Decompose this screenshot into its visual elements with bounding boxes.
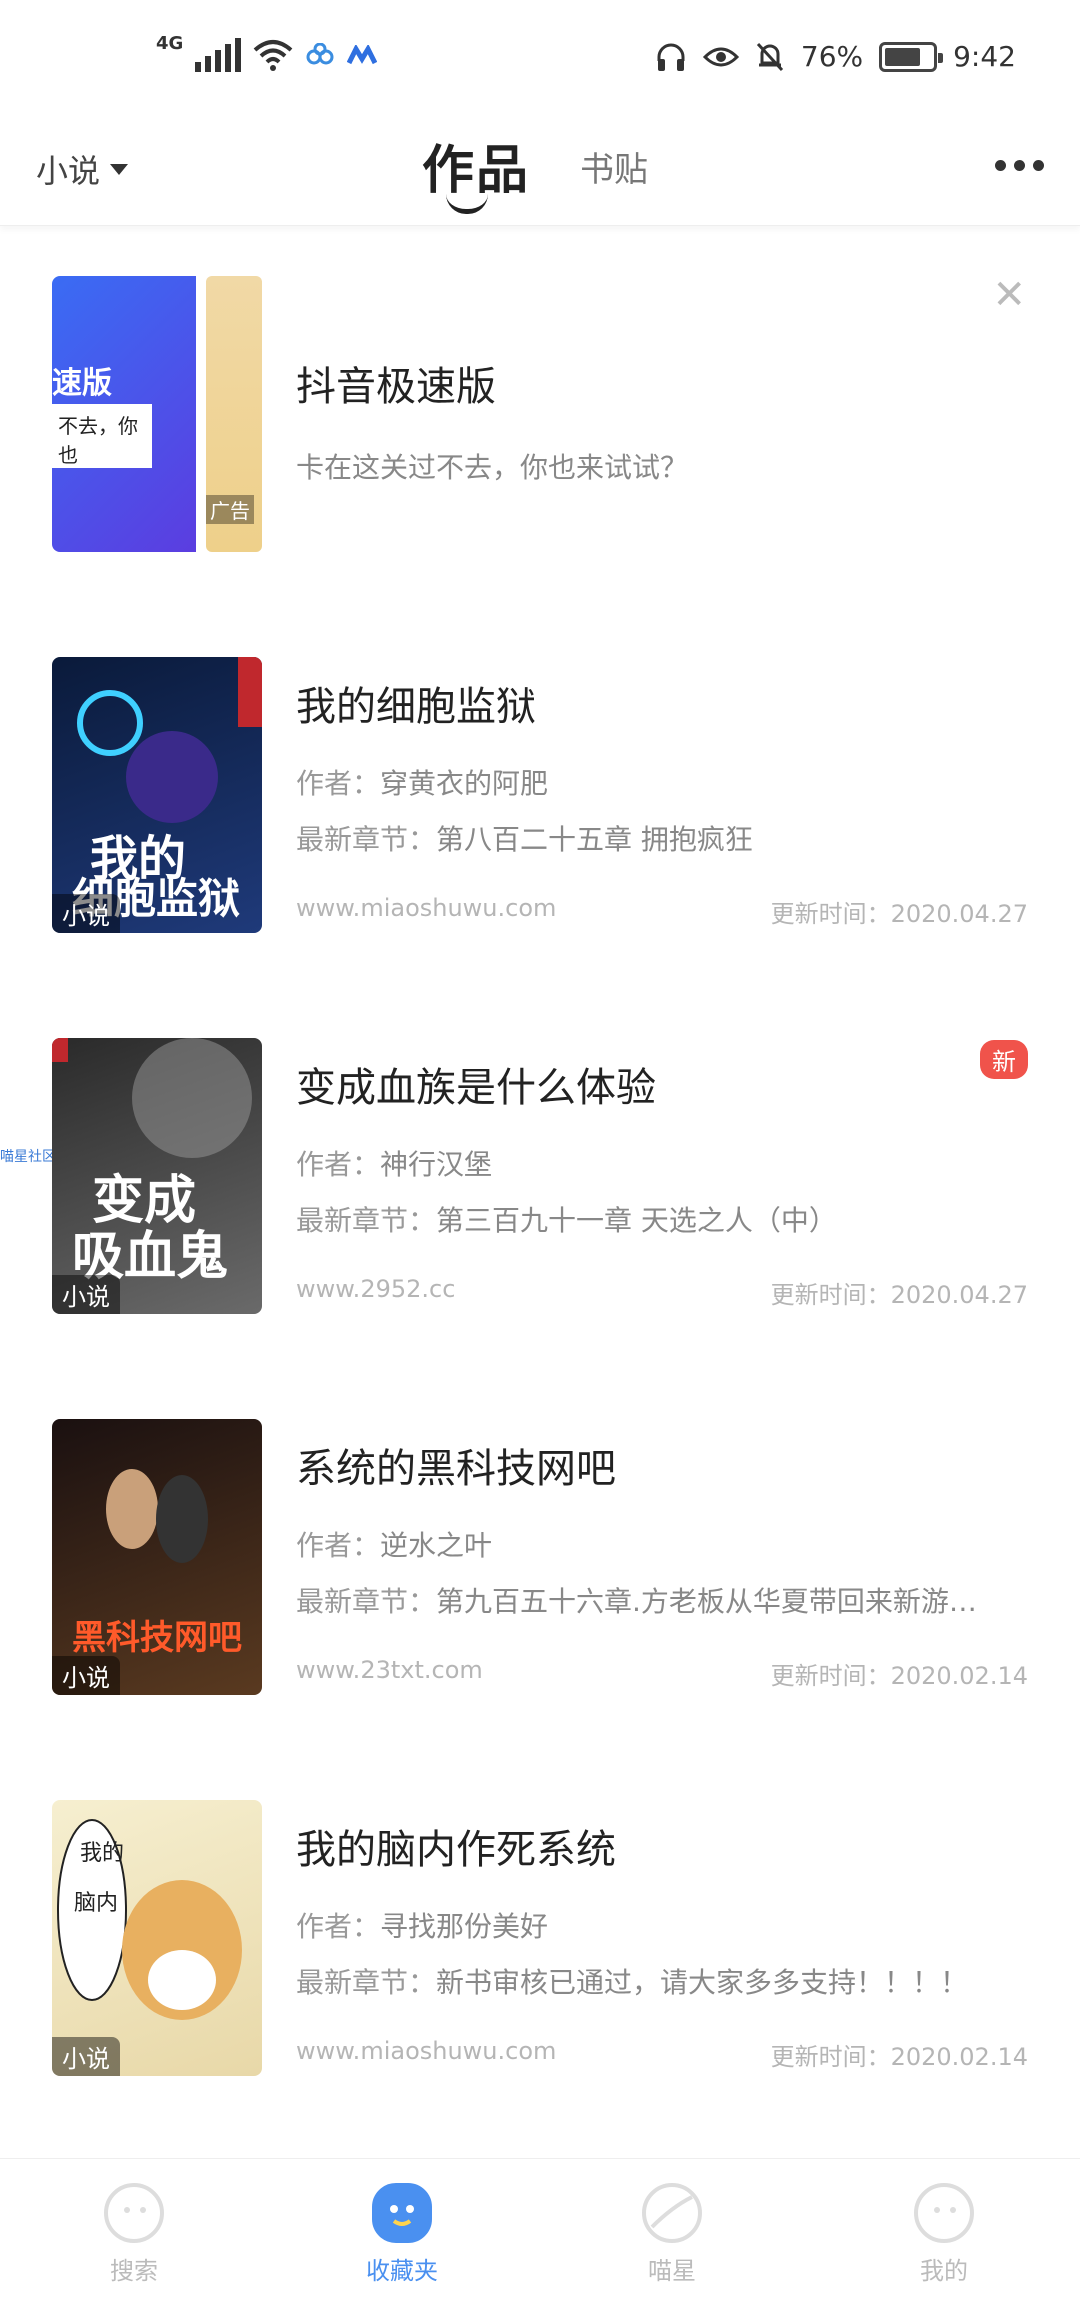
svg-text:黑科技网吧: 黑科技网吧 xyxy=(72,1618,242,1658)
status-left: 4G xyxy=(156,33,378,72)
book-update: 更新时间：2020.04.27 xyxy=(770,1281,1028,1309)
eye-icon xyxy=(702,47,739,66)
tab-label: 我的 xyxy=(920,2257,968,2285)
top-nav: 小说 作品 书贴 xyxy=(0,120,1080,226)
tab-posts[interactable]: 书贴 xyxy=(580,142,648,191)
book-author: 作者：穿黄衣的阿肥 xyxy=(296,767,549,800)
cover-tag: 小说 xyxy=(52,894,120,933)
book-author: 作者：逆水之叶 xyxy=(296,1529,493,1562)
wifi-icon xyxy=(253,40,293,71)
status-right: 76% 9:42 xyxy=(655,40,1016,73)
new-badge: 新 xyxy=(980,1040,1028,1079)
ad-cover-text: 速版 xyxy=(52,366,112,401)
book-update: 更新时间：2020.04.27 xyxy=(770,900,1028,928)
tab-label: 喵星 xyxy=(648,2257,696,2285)
cover-tag: 小说 xyxy=(52,2037,120,2076)
cover-tag: 小说 xyxy=(52,1656,120,1695)
book-cover: 我的 细胞监狱 小说 xyxy=(52,657,262,933)
book-latest-chapter: 最新章节：第九百五十六章.方老板从华夏带回来新游戏… xyxy=(296,1585,996,1618)
ad-subtitle: 卡在这关过不去，你也来试试？ xyxy=(296,451,689,484)
mute-bell-icon xyxy=(756,42,783,71)
svg-text:脑内: 脑内 xyxy=(74,1891,118,1916)
book-source: www.23txt.com xyxy=(296,1656,483,1684)
tab-label: 搜索 xyxy=(110,2257,158,2285)
headphones-icon xyxy=(657,43,685,71)
side-community-tab[interactable]: 喵星社区 xyxy=(0,1146,56,1166)
book-author: 作者：神行汉堡 xyxy=(296,1148,493,1181)
book-title: 我的细胞监狱 xyxy=(296,684,536,730)
more-icon[interactable] xyxy=(995,160,1044,171)
book-title: 变成血族是什么体验 xyxy=(296,1065,656,1111)
clock: 9:42 xyxy=(953,40,1016,73)
book-cover: 黑科技网吧 小说 xyxy=(52,1419,262,1695)
tab-search[interactable]: 搜索 xyxy=(34,2159,234,2286)
svg-text:变成: 变成 xyxy=(92,1170,196,1231)
app-notify-icon xyxy=(306,43,334,65)
ad-cover-image: 速版 不去，你也 xyxy=(52,276,196,552)
tab-profile[interactable]: 我的 xyxy=(844,2159,1044,2286)
cover-tag: 小说 xyxy=(52,1275,120,1314)
tab-label: 收藏夹 xyxy=(366,2257,438,2285)
book-title: 我的脑内作死系统 xyxy=(296,1827,616,1873)
book-latest-chapter: 最新章节：第三百九十一章 天选之人（中） xyxy=(296,1204,837,1237)
battery-icon xyxy=(879,41,944,72)
book-latest-chapter: 最新章节：新书审核已通过，请大家多多支持！！！！ xyxy=(296,1966,969,1999)
book-author: 作者：寻找那份美好 xyxy=(296,1910,549,1943)
ad-badge: 广告 xyxy=(206,495,254,524)
book-update: 更新时间：2020.02.14 xyxy=(770,1662,1028,1690)
book-source: www.miaoshuwu.com xyxy=(296,894,557,922)
signal-icon xyxy=(195,38,242,72)
category-dropdown[interactable]: 小说 xyxy=(36,146,129,192)
book-update: 更新时间：2020.02.14 xyxy=(770,2043,1028,2071)
category-label: 小说 xyxy=(36,152,101,190)
app-notify-icon-2 xyxy=(347,45,378,65)
bottom-tab-bar: 搜索 收藏夹 喵星 我的 xyxy=(0,2158,1080,2310)
book-cover: 变成 吸血鬼 小说 xyxy=(52,1038,262,1314)
active-tab-indicator xyxy=(446,194,488,214)
ad-title: 抖音极速版 xyxy=(296,364,496,410)
book-cover: 我的 脑内 小说 xyxy=(52,1800,262,2076)
book-latest-chapter: 最新章节：第八百二十五章 拥抱疯狂 xyxy=(296,823,753,856)
close-icon[interactable]: ✕ xyxy=(992,272,1026,318)
ad-cover-image-secondary: 广告 xyxy=(206,276,262,552)
tab-favorites[interactable]: 收藏夹 xyxy=(302,2159,502,2286)
ad-cover-card-text: 不去，你也 xyxy=(52,404,152,468)
svg-text:我的: 我的 xyxy=(80,1841,124,1866)
caret-down-icon xyxy=(110,163,129,175)
favorites-icon xyxy=(372,2183,432,2243)
planet-icon xyxy=(642,2183,702,2243)
book-source: www.miaoshuwu.com xyxy=(296,2037,557,2065)
profile-icon xyxy=(914,2183,974,2243)
tab-planet[interactable]: 喵星 xyxy=(572,2159,772,2286)
tab-works[interactable]: 作品 xyxy=(422,128,530,203)
network-label: 4G xyxy=(156,32,184,54)
book-source: www.2952.cc xyxy=(296,1275,456,1303)
search-face-icon xyxy=(104,2183,164,2243)
book-title: 系统的黑科技网吧 xyxy=(296,1446,616,1492)
battery-percent: 76% xyxy=(800,40,864,73)
status-bar: 4G 76% 9:42 xyxy=(0,0,1080,120)
